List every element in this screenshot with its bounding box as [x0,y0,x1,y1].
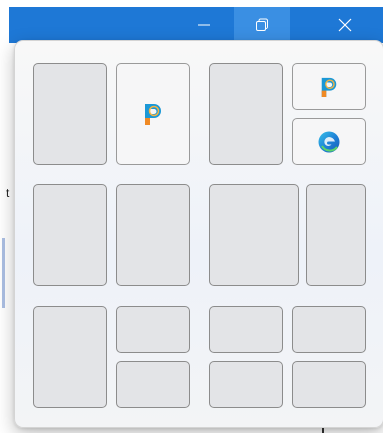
photopea-icon [321,77,337,97]
snap-zone-top-right[interactable] [292,306,366,353]
close-icon [338,18,352,32]
edge-browser-icon [318,131,340,152]
background-accent-rule [2,238,5,308]
snap-zone-bottom-left[interactable] [209,361,283,408]
snap-zone-right-filled[interactable] [116,63,190,165]
restore-button[interactable] [234,7,290,43]
snap-zone-top-right-filled[interactable] [292,63,366,110]
background-text-fragment: t [6,186,10,200]
snap-zone-left[interactable] [33,184,107,286]
snap-zone-bottom-right[interactable] [116,361,190,408]
snap-zone-bottom-right[interactable] [292,361,366,408]
minimize-icon [198,24,210,26]
photopea-icon [145,104,161,125]
window-titlebar[interactable] [9,7,383,43]
snap-zone-right[interactable] [116,184,190,286]
snap-layouts-flyout [14,40,383,428]
snap-zone-bottom-right-filled[interactable] [292,118,366,165]
snap-zone-left[interactable] [209,63,283,165]
snap-zone-top-right[interactable] [116,306,190,353]
snap-zone-left[interactable] [33,63,107,165]
close-button[interactable] [317,7,373,43]
snap-zone-left-wide[interactable] [209,184,299,286]
snap-zone-left[interactable] [33,306,107,408]
snap-zone-top-left[interactable] [209,306,283,353]
restore-icon [256,18,268,31]
minimize-button[interactable] [176,7,232,43]
snap-zone-right-narrow[interactable] [306,184,366,286]
